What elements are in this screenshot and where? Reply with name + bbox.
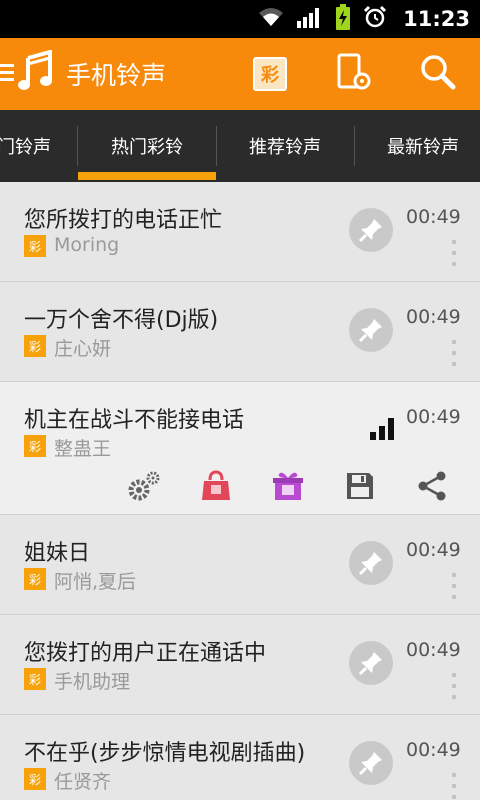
save-button[interactable]: [330, 460, 390, 512]
song-duration: 00:49: [406, 406, 461, 428]
share-icon: [418, 471, 446, 501]
song-duration: 00:49: [406, 639, 461, 661]
caiyin-badge: 彩: [24, 568, 46, 590]
category-tabs: 门铃声 热门彩铃 推荐铃声 最新铃声: [0, 110, 480, 182]
share-button[interactable]: [402, 460, 462, 512]
caiyin-badge: 彩: [24, 335, 46, 357]
list-item[interactable]: 您拨打的用户正在通话中 彩 手机助理 00:49: [0, 615, 480, 715]
song-title: 您拨打的用户正在通话中: [24, 641, 267, 666]
pin-icon: [358, 319, 382, 343]
caiyin-badge: 彩: [24, 435, 46, 457]
alarm-icon: [363, 5, 387, 33]
pin-button[interactable]: [349, 308, 393, 352]
pin-button[interactable]: [349, 541, 393, 585]
list-item[interactable]: 您所拨打的电话正忙 彩 Moring 00:49: [0, 182, 480, 282]
song-artist: 阿悄,夏后: [54, 571, 137, 593]
music-note-logo-icon: [18, 49, 58, 98]
song-title: 机主在战斗不能接电话: [24, 408, 245, 433]
caiyin-badge: 彩: [24, 668, 46, 690]
phone-settings-icon: [336, 53, 372, 95]
pin-icon: [358, 219, 382, 243]
caiyin-icon: 彩: [253, 57, 287, 91]
song-title: 不在乎(步步惊情电视剧插曲): [24, 741, 306, 766]
song-artist: 整蛊王: [54, 438, 112, 460]
app-bar: 手机铃声 彩: [0, 38, 480, 110]
song-title: 姐妹日: [24, 541, 91, 566]
gift-icon: [273, 472, 303, 500]
search-icon: [420, 54, 456, 94]
list-item[interactable]: 不在乎(步步惊情电视剧插曲) 彩 任贤齐 00:49: [0, 715, 480, 800]
wifi-icon: [257, 6, 285, 32]
item-action-bar: [0, 460, 480, 512]
list-item[interactable]: 姐妹日 彩 阿悄,夏后 00:49: [0, 515, 480, 615]
song-duration: 00:49: [406, 539, 461, 561]
phone-settings-button[interactable]: [312, 38, 396, 110]
save-icon: [347, 473, 373, 499]
pin-button[interactable]: [349, 208, 393, 252]
more-options-icon[interactable]: [450, 240, 458, 266]
song-artist: 任贤齐: [54, 771, 112, 793]
active-tab-indicator: [78, 172, 216, 180]
more-options-icon[interactable]: [450, 673, 458, 699]
menu-icon[interactable]: [0, 61, 14, 87]
cell-signal-icon: [297, 6, 323, 32]
song-title: 您所拨打的电话正忙: [24, 208, 223, 233]
pin-icon: [358, 552, 382, 576]
tab-newest[interactable]: 最新铃声: [354, 110, 480, 182]
settings-icon: [128, 471, 160, 501]
song-duration: 00:49: [406, 739, 461, 761]
tab-ringtones[interactable]: 门铃声: [0, 110, 74, 182]
tab-recommended[interactable]: 推荐铃声: [216, 110, 354, 182]
caiyin-badge: 彩: [24, 235, 46, 257]
pin-icon: [358, 752, 382, 776]
song-duration: 00:49: [406, 306, 461, 328]
app-title: 手机铃声: [66, 61, 167, 90]
more-options-icon[interactable]: [450, 573, 458, 599]
caiyin-button[interactable]: 彩: [228, 38, 312, 110]
search-button[interactable]: [396, 38, 480, 110]
pin-icon: [358, 652, 382, 676]
settings-button[interactable]: [114, 460, 174, 512]
clock-time: 11:23: [403, 7, 470, 31]
set-ringtone-button[interactable]: [186, 460, 246, 512]
playing-indicator-icon: [370, 418, 396, 440]
pin-button[interactable]: [349, 641, 393, 685]
ringtone-bag-icon: [202, 470, 230, 500]
battery-charging-icon: [335, 4, 351, 34]
more-options-icon[interactable]: [450, 340, 458, 366]
pin-button[interactable]: [349, 741, 393, 785]
more-options-icon[interactable]: [450, 773, 458, 799]
gift-button[interactable]: [258, 460, 318, 512]
song-artist: 庄心妍: [54, 338, 112, 360]
status-bar: 11:23: [0, 0, 480, 38]
song-title: 一万个舍不得(Dj版): [24, 308, 219, 333]
song-artist: 手机助理: [54, 671, 131, 693]
caiyin-badge: 彩: [24, 768, 46, 790]
song-duration: 00:49: [406, 206, 461, 228]
list-item[interactable]: 一万个舍不得(Dj版) 彩 庄心妍 00:49: [0, 282, 480, 382]
song-artist: Moring: [54, 234, 120, 256]
